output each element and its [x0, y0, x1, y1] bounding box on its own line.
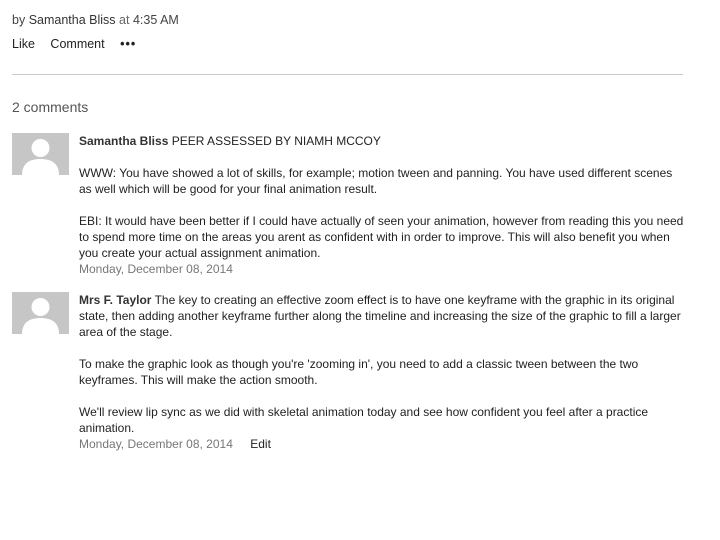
comment-paragraph: We'll review lip sync as we did with ske…	[79, 405, 649, 435]
person-silhouette-icon	[12, 292, 69, 334]
avatar	[12, 133, 69, 175]
comment-paragraph: EBI: It would have been better if I coul…	[79, 214, 684, 260]
post-author[interactable]: Samantha Bliss	[29, 13, 116, 27]
comment-count: 2 comments	[12, 99, 89, 115]
post-time: 4:35 AM	[132, 13, 179, 27]
comment-body: Samantha Bliss PEER ASSESSED BY NIAMH MC…	[79, 133, 684, 277]
comment-meta: Monday, December 08, 2014 Edit	[79, 436, 684, 452]
comment-paragraph: WWW: You have showed a lot of skills, fo…	[79, 166, 673, 196]
byline-prefix: by	[12, 13, 26, 27]
comment-body: Mrs F. Taylor The key to creating an eff…	[79, 292, 684, 452]
comment-first-line: PEER ASSESSED BY NIAMH MCCOY	[168, 134, 381, 148]
post-actions: Like Comment •••	[12, 37, 148, 51]
edit-button[interactable]: Edit	[250, 437, 271, 451]
like-button[interactable]: Like	[12, 37, 35, 51]
divider	[12, 74, 683, 75]
person-silhouette-icon	[12, 133, 69, 175]
comment-first-line: The key to creating an effective zoom ef…	[79, 293, 681, 339]
comment-button[interactable]: Comment	[50, 37, 104, 51]
avatar	[12, 292, 69, 334]
comment-author[interactable]: Samantha Bliss	[79, 134, 168, 148]
more-options-icon[interactable]: •••	[120, 37, 136, 51]
comment-date: Monday, December 08, 2014	[79, 262, 233, 276]
comment-paragraph: To make the graphic look as though you'r…	[79, 357, 639, 387]
comment-date: Monday, December 08, 2014	[79, 437, 233, 451]
comment-meta: Monday, December 08, 2014	[79, 261, 684, 277]
post-byline: by Samantha Bliss at 4:35 AM	[12, 13, 179, 27]
comment-author[interactable]: Mrs F. Taylor	[79, 293, 151, 307]
byline-at: at	[119, 13, 130, 27]
